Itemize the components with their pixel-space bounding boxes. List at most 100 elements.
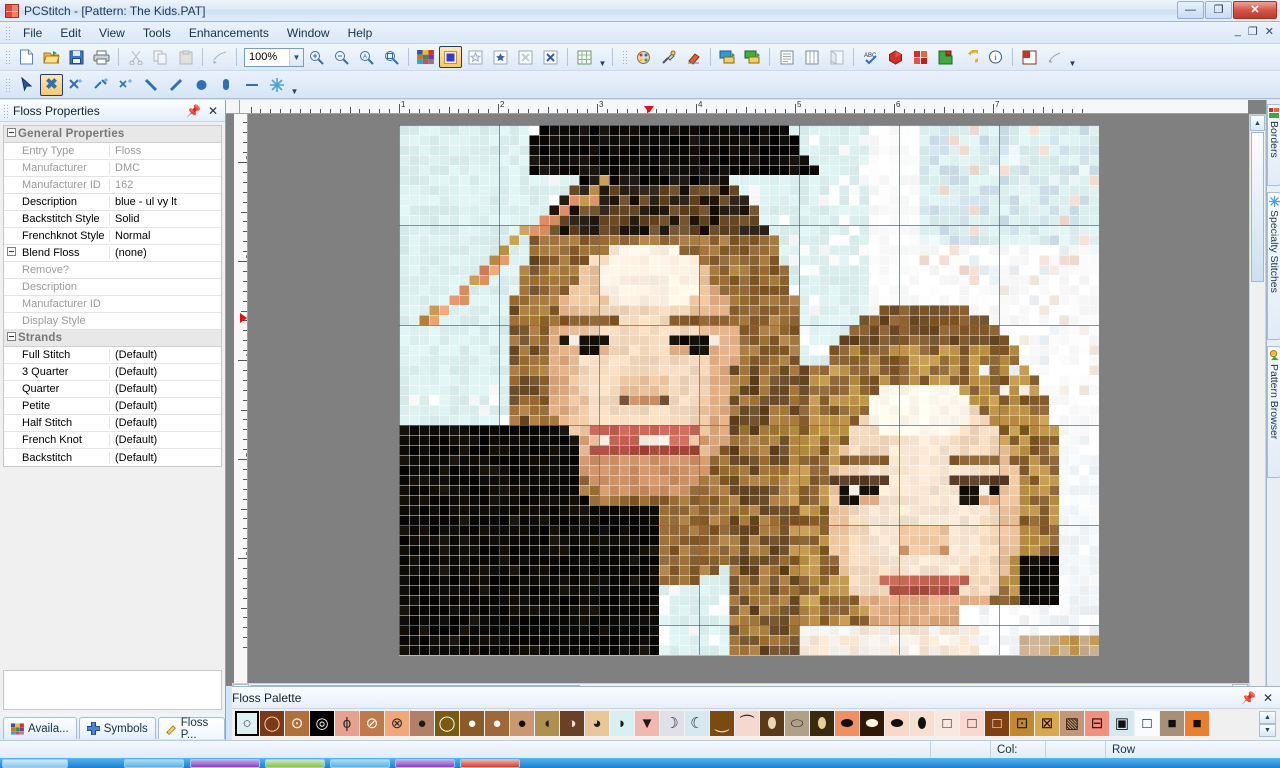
export-image-button[interactable] bbox=[741, 46, 764, 68]
table-row[interactable]: Full Stitch (Default) bbox=[4, 347, 221, 364]
preview-button[interactable] bbox=[1043, 46, 1066, 68]
menu-file[interactable]: File bbox=[14, 23, 51, 43]
specialty-stitch-tool[interactable] bbox=[265, 74, 288, 96]
table-row[interactable]: Description bbox=[4, 279, 221, 296]
undo-history-button[interactable] bbox=[959, 46, 982, 68]
collapse-toggle-icon[interactable] bbox=[4, 247, 18, 259]
new-document-button[interactable] bbox=[15, 46, 38, 68]
zoom-level-combo[interactable]: 100% ▼ bbox=[244, 48, 304, 67]
palette-scroll-down-button[interactable]: ▼ bbox=[1259, 724, 1276, 737]
floss-swatch[interactable]: ◯ bbox=[260, 711, 284, 736]
pattern-pieces-button[interactable] bbox=[934, 46, 957, 68]
menu-drag-grip[interactable] bbox=[4, 25, 11, 41]
floss-swatch[interactable]: ◕ bbox=[585, 711, 609, 736]
floss-swatch[interactable]: ⏜ bbox=[735, 711, 759, 736]
floss-swatch[interactable]: ◑ bbox=[560, 711, 584, 736]
floss-swatch[interactable]: ⊘ bbox=[360, 711, 384, 736]
menu-tools[interactable]: Tools bbox=[134, 23, 180, 43]
property-value[interactable]: (Default) bbox=[109, 417, 221, 429]
property-value[interactable]: (Default) bbox=[109, 400, 221, 412]
cross-stitch-pattern-image[interactable] bbox=[399, 125, 1099, 660]
floss-swatch[interactable]: ⊙ bbox=[285, 711, 309, 736]
floss-usage-button[interactable] bbox=[884, 46, 907, 68]
palette-scroll-up-button[interactable]: ▲ bbox=[1259, 711, 1276, 724]
horizontal-ruler[interactable]: 1 2 3 4 5 6 7 bbox=[240, 100, 1248, 114]
table-row[interactable]: Half Stitch (Default) bbox=[4, 415, 221, 432]
floss-swatch[interactable]: ⊟ bbox=[1085, 711, 1109, 736]
collapse-toggle-icon[interactable] bbox=[4, 128, 18, 140]
cut-button[interactable] bbox=[124, 46, 147, 68]
property-value[interactable]: blue - ul vy lt bbox=[109, 196, 221, 208]
palette-scroll-spinner[interactable]: ▲ ▼ bbox=[1259, 711, 1276, 737]
extra-toolbar-grip[interactable] bbox=[621, 49, 628, 65]
property-group-blend-floss[interactable]: Blend Floss (none) bbox=[4, 245, 221, 262]
floss-swatch[interactable]: □ bbox=[1135, 711, 1159, 736]
taskbar-item[interactable] bbox=[330, 759, 390, 768]
property-value[interactable]: (Default) bbox=[109, 366, 221, 378]
vertical-scrollbar[interactable]: ▲ ▼ bbox=[1249, 114, 1266, 736]
floss-swatch[interactable]: ● bbox=[485, 711, 509, 736]
taskbar-item[interactable] bbox=[460, 759, 520, 768]
property-value[interactable]: (Default) bbox=[109, 452, 221, 464]
view-symbols-button[interactable] bbox=[489, 46, 512, 68]
table-row[interactable]: Manufacturer DMC bbox=[4, 160, 221, 177]
zoom-actual-button[interactable]: A bbox=[355, 46, 378, 68]
paste-button[interactable] bbox=[174, 46, 197, 68]
menu-enhancements[interactable]: Enhancements bbox=[180, 23, 278, 43]
floss-swatch[interactable]: ■ bbox=[1160, 711, 1184, 736]
floss-swatch[interactable]: ⬬ bbox=[835, 711, 859, 736]
panel-drag-grip[interactable] bbox=[3, 104, 9, 118]
table-row[interactable]: Backstitch (Default) bbox=[4, 449, 221, 466]
table-row[interactable]: Manufacturer ID 162 bbox=[4, 177, 221, 194]
color-blocks-button[interactable] bbox=[909, 46, 932, 68]
close-icon[interactable]: ✕ bbox=[208, 104, 218, 118]
zoom-in-button[interactable] bbox=[305, 46, 328, 68]
close-icon[interactable]: ✕ bbox=[1263, 691, 1273, 705]
table-row[interactable]: 3 Quarter (Default) bbox=[4, 364, 221, 381]
menu-help[interactable]: Help bbox=[339, 23, 382, 43]
backstitch-line-tool[interactable] bbox=[240, 74, 263, 96]
tab-borders[interactable]: Borders bbox=[1267, 104, 1280, 186]
taskbar-start-button[interactable] bbox=[2, 759, 68, 768]
close-button[interactable]: ✕ bbox=[1233, 1, 1277, 19]
view-grid-button[interactable] bbox=[573, 46, 596, 68]
view-solid-button[interactable] bbox=[439, 46, 462, 68]
floss-swatch[interactable]: ○ bbox=[235, 711, 259, 736]
minimize-button[interactable]: — bbox=[1177, 1, 1204, 19]
taskbar-item[interactable] bbox=[124, 759, 184, 768]
select-tool[interactable] bbox=[15, 74, 38, 96]
floss-swatch[interactable]: ▣ bbox=[1110, 711, 1134, 736]
menu-edit[interactable]: Edit bbox=[51, 23, 90, 43]
floss-swatch[interactable]: ▧ bbox=[1060, 711, 1084, 736]
table-row[interactable]: Entry Type Floss bbox=[4, 143, 221, 160]
pattern-info-button[interactable] bbox=[1018, 46, 1041, 68]
floss-swatch[interactable]: ⊠ bbox=[1035, 711, 1059, 736]
table-row[interactable]: Petite (Default) bbox=[4, 398, 221, 415]
view-stitches-button[interactable] bbox=[539, 46, 562, 68]
floss-swatch[interactable]: ⬭ bbox=[785, 711, 809, 736]
tab-specialty-stitches[interactable]: Specialty Stitches bbox=[1267, 192, 1280, 340]
french-knot-tool[interactable] bbox=[190, 74, 213, 96]
standard-toolbar-grip[interactable] bbox=[4, 49, 11, 65]
view-symbols-light-button[interactable] bbox=[464, 46, 487, 68]
pin-icon[interactable]: 📌 bbox=[186, 104, 201, 118]
zoom-fit-button[interactable] bbox=[380, 46, 403, 68]
petite-stitch-tool[interactable] bbox=[115, 74, 138, 96]
vertical-ruler[interactable]: 23456 bbox=[234, 114, 248, 686]
color-wheel-button[interactable] bbox=[632, 46, 655, 68]
import-image-button[interactable] bbox=[716, 46, 739, 68]
three-quarter-stitch-tool[interactable] bbox=[65, 74, 88, 96]
floss-swatch[interactable]: ⬬ bbox=[885, 711, 909, 736]
floss-swatch[interactable]: ⊡ bbox=[1010, 711, 1034, 736]
table-row[interactable]: Remove? bbox=[4, 262, 221, 279]
floss-swatch[interactable]: ■ bbox=[1185, 711, 1209, 736]
mdi-restore-button[interactable]: ❐ bbox=[1248, 25, 1258, 38]
table-row[interactable]: Backstitch Style Solid bbox=[4, 211, 221, 228]
save-button[interactable] bbox=[65, 46, 88, 68]
floss-swatch[interactable]: ⊗ bbox=[385, 711, 409, 736]
quarter-stitch-tool[interactable] bbox=[90, 74, 113, 96]
floss-swatch[interactable]: ⬬ bbox=[860, 711, 884, 736]
floss-swatch[interactable]: ◖ bbox=[535, 711, 559, 736]
tools-toolbar-grip[interactable] bbox=[4, 77, 11, 93]
property-group-strands[interactable]: Strands bbox=[4, 330, 221, 347]
